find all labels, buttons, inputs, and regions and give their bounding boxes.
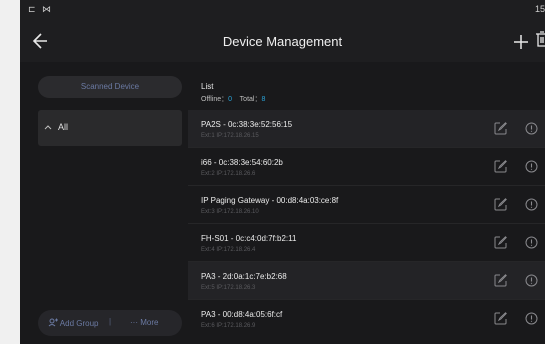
device-row[interactable]: FH-S01 - 0c:c4:0d:7f:b2:11 Ext:4 IP:172.… xyxy=(188,223,545,261)
group-icon xyxy=(48,318,60,328)
plus-icon[interactable] xyxy=(513,26,529,58)
device-meta: Ext:4 IP:172.18.26.4 xyxy=(201,247,256,253)
add-group-button[interactable]: Add Group xyxy=(48,318,98,328)
group-item-all[interactable]: All xyxy=(38,110,182,146)
device-meta: Ext:6 IP:172.18.26.9 xyxy=(201,323,256,329)
list-title: List xyxy=(201,82,214,91)
edit-icon[interactable] xyxy=(494,122,507,135)
info-icon[interactable] xyxy=(525,122,538,135)
more-button[interactable]: ··· More xyxy=(130,318,158,327)
add-group-label: Add Group xyxy=(59,319,99,328)
offline-label: Offline： xyxy=(201,96,229,103)
main-content: Scanned Device All Add Group | ··· More … xyxy=(20,62,545,344)
info-icon[interactable] xyxy=(525,198,538,211)
device-row[interactable]: PA3 - 2d:0a:1c:7e:b2:68 Ext:5 IP:172.18.… xyxy=(188,261,545,299)
device-management-screen: ⊏ ⋈ 15 Device Management Scanned Device xyxy=(20,0,545,344)
device-name: PA3 - 00:d8:4a:05:6f:cf xyxy=(201,310,283,319)
total-label: Total： xyxy=(239,96,262,103)
trash-icon[interactable] xyxy=(535,30,545,50)
device-list: List Offline：0 Total：8 PA2S - 0c:38:3e:5… xyxy=(188,62,545,344)
edit-icon[interactable] xyxy=(494,236,507,249)
device-name: PA3 - 2d:0a:1c:7e:b2:68 xyxy=(201,272,287,281)
device-name: FH-S01 - 0c:c4:0d:7f:b2:11 xyxy=(201,234,297,243)
group-sidebar: Scanned Device All Add Group | ··· More xyxy=(20,62,188,344)
sidebar-actions: Add Group | ··· More xyxy=(38,310,182,336)
device-row[interactable]: PA2S - 0c:38:3e:52:56:15 Ext:1 IP:172.18… xyxy=(188,110,545,147)
page-title: Device Management xyxy=(222,34,343,49)
status-icons: ⊏ ⋈ xyxy=(28,4,54,14)
scanned-device-button[interactable]: Scanned Device xyxy=(38,76,182,98)
device-rows: PA2S - 0c:38:3e:52:56:15 Ext:1 IP:172.18… xyxy=(188,110,545,337)
device-meta: Ext:3 IP:172.18.26.10 xyxy=(201,209,259,215)
edit-icon[interactable] xyxy=(494,198,507,211)
device-meta: Ext:5 IP:172.18.26.3 xyxy=(201,285,256,291)
info-icon[interactable] xyxy=(525,160,538,173)
info-icon[interactable] xyxy=(525,236,538,249)
device-row[interactable]: IP Paging Gateway - 00:d8:4a:03:ce:8f Ex… xyxy=(188,185,545,223)
edit-icon[interactable] xyxy=(494,312,507,325)
list-stats: Offline：0 Total：8 xyxy=(201,94,265,104)
device-meta: Ext:1 IP:172.18.26.15 xyxy=(201,133,259,139)
status-bar: ⊏ ⋈ 15 xyxy=(20,0,545,20)
group-item-label: All xyxy=(58,122,69,132)
total-count: 8 xyxy=(261,96,266,103)
device-row[interactable]: i66 - 0c:38:3e:54:60:2b Ext:2 IP:172.18.… xyxy=(188,147,545,185)
device-meta: Ext:2 IP:172.18.26.6 xyxy=(201,171,256,177)
info-icon[interactable] xyxy=(525,312,538,325)
edit-icon[interactable] xyxy=(494,274,507,287)
edit-icon[interactable] xyxy=(494,160,507,173)
device-name: IP Paging Gateway - 00:d8:4a:03:ce:8f xyxy=(201,196,339,205)
status-time: 15 xyxy=(534,4,545,14)
chevron-up-icon xyxy=(44,122,52,132)
title-bar: Device Management xyxy=(20,22,545,62)
device-name: PA2S - 0c:38:3e:52:56:15 xyxy=(201,120,293,129)
offline-count: 0 xyxy=(228,96,233,103)
device-name: i66 - 0c:38:3e:54:60:2b xyxy=(201,158,283,167)
list-header: List Offline：0 Total：8 xyxy=(201,82,265,104)
divider: | xyxy=(109,317,112,326)
info-icon[interactable] xyxy=(525,274,538,287)
device-row[interactable]: PA3 - 00:d8:4a:05:6f:cf Ext:6 IP:172.18.… xyxy=(188,299,545,337)
